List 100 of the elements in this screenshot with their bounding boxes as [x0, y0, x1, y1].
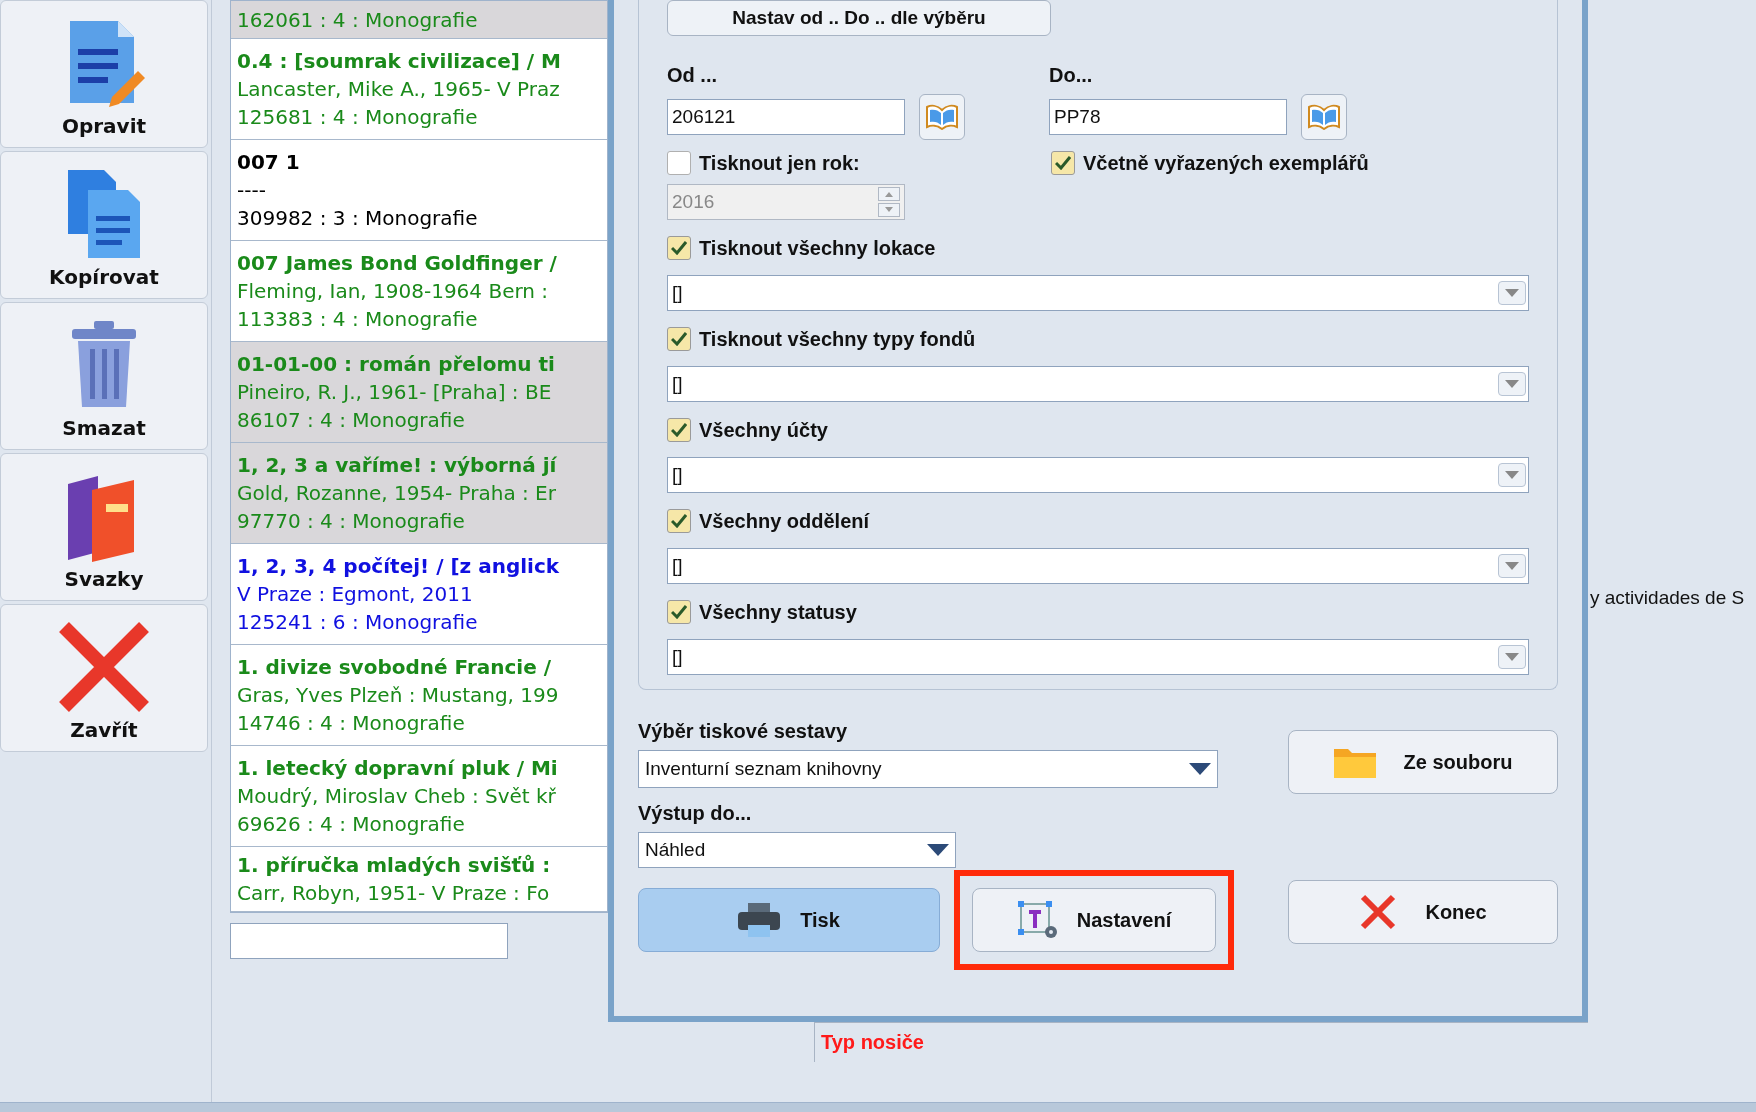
record-detail: Gold, Rozanne, 1954- Praha : Er: [237, 480, 557, 507]
checkbox[interactable]: [667, 236, 691, 260]
filter-dropdown[interactable]: []: [667, 639, 1529, 675]
checkmark-icon: [671, 605, 687, 619]
record-detail: Fleming, Ian, 1908-1964 Bern :: [237, 278, 550, 305]
dropdown-arrow-icon: [1505, 380, 1519, 388]
settings-button[interactable]: Nastavení: [972, 888, 1216, 952]
record-title: 1. divize svobodné Francie /: [237, 654, 553, 681]
printer-icon: [738, 903, 781, 937]
record-detail: 14746 : 4 : Monografie: [237, 710, 466, 737]
output-label: Výstup do...: [638, 801, 753, 826]
record-detail: Moudrý, Miroslav Cheb : Svět kř: [237, 783, 557, 810]
checkmark-icon: [671, 514, 687, 528]
checkbox-label: Všechny statusy: [699, 600, 857, 625]
close-icon: [56, 621, 152, 713]
record-title: 0.4 : [soumrak civilizace] / M: [237, 48, 562, 75]
dropdown-value: []: [672, 280, 683, 305]
record-detail: Gras, Yves Plzeň : Mustang, 199: [237, 682, 560, 709]
dropdown-button[interactable]: [1498, 554, 1526, 578]
filter-dropdown[interactable]: []: [667, 366, 1529, 402]
record-title: 01-01-00 : román přelomu ti: [237, 351, 556, 378]
toolbar-button[interactable]: Svazky: [0, 453, 208, 601]
open-book-icon: [1308, 104, 1340, 130]
record-detail: Lancaster, Mike A., 1965- V Praz: [237, 76, 561, 103]
close-icon: [1359, 893, 1398, 931]
checkbox[interactable]: [667, 418, 691, 442]
record-detail: 86107 : 4 : Monografie: [237, 407, 466, 434]
record-detail: 162061 : 4 : Monografie: [237, 6, 479, 34]
record-detail: 97770 : 4 : Monografie: [237, 508, 466, 535]
checkbox-label: Tisknout všechny typy fondů: [699, 327, 976, 352]
checkbox-label: Všechny účty: [699, 418, 828, 443]
lookup-button[interactable]: [1301, 94, 1347, 140]
checkmark-icon: [1055, 156, 1071, 170]
dropdown-button[interactable]: [1498, 645, 1526, 669]
dropdown-value: []: [672, 644, 683, 669]
filter-dropdown[interactable]: []: [667, 548, 1529, 584]
dropdown-arrow-icon: [1505, 471, 1519, 479]
record-title: 007 James Bond Goldfinger /: [237, 250, 558, 277]
text-settings-icon: [1016, 900, 1059, 940]
report-label: Výběr tiskové sestavy: [638, 719, 849, 744]
from-file-button[interactable]: Ze souboru: [1288, 730, 1558, 794]
dropdown-arrow-icon: [1505, 562, 1519, 570]
open-book-icon: [926, 104, 958, 130]
toolbar-button[interactable]: Smazat: [0, 302, 208, 450]
toolbar-button[interactable]: Opravit: [0, 0, 208, 148]
filter-dropdown[interactable]: []: [667, 275, 1529, 311]
search-field[interactable]: [230, 923, 508, 959]
dropdown-arrow-icon: [927, 844, 949, 856]
checkmark-icon: [671, 423, 687, 437]
dropdown-button[interactable]: [1498, 281, 1526, 305]
record-title: 1. příručka mladých svišťů :: [237, 852, 552, 879]
record-detail: 69626 : 4 : Monografie: [237, 811, 466, 838]
record-detail: 125681 : 4 : Monografie: [237, 104, 479, 131]
record-detail: Pineiro, R. J., 1961- [Praha] : BE: [237, 379, 553, 406]
dropdown-button[interactable]: [1498, 372, 1526, 396]
checkmark-icon: [671, 241, 687, 255]
checkmark-icon: [671, 332, 687, 346]
dropdown-value: []: [672, 371, 683, 396]
record-title: 1, 2, 3 a vaříme! : výborná jí: [237, 452, 558, 479]
record-detail: 125241 : 6 : Monografie: [237, 609, 479, 636]
record-detail: V Praze : Egmont, 2011: [237, 581, 474, 608]
dropdown-arrow-icon: [1189, 763, 1211, 775]
output-dropdown[interactable]: Náhled: [638, 832, 956, 868]
dropdown-value: []: [672, 462, 683, 487]
dropdown-value: []: [672, 553, 683, 578]
year-value: 2016: [672, 189, 715, 214]
from-label: Od ...: [667, 63, 718, 88]
checkbox[interactable]: [1051, 151, 1075, 175]
record-title: 1, 2, 3, 4 počítej! / [z anglick: [237, 553, 561, 580]
background-text: y actividades de S: [1589, 586, 1746, 610]
close-button[interactable]: Konec: [1288, 880, 1558, 944]
dropdown-value: Inventurní seznam knihovny: [645, 756, 882, 781]
filter-dropdown[interactable]: []: [667, 457, 1529, 493]
from-field[interactable]: 206121: [667, 99, 905, 135]
lookup-button[interactable]: [919, 94, 965, 140]
range-button[interactable]: Nastav od .. Do .. dle výběru: [667, 0, 1051, 36]
dropdown-value: Náhled: [645, 837, 706, 862]
toolbar-button[interactable]: Zavřít: [0, 604, 208, 752]
checkbox[interactable]: [667, 327, 691, 351]
checkbox-label: Tisknout všechny lokace: [699, 236, 936, 261]
checkbox[interactable]: [667, 509, 691, 533]
record-detail: 309982 : 3 : Monografie: [237, 205, 479, 232]
dropdown-arrow-icon: [1505, 653, 1519, 661]
dropdown-button[interactable]: [1498, 463, 1526, 487]
checkbox-label: Včetně vyřazených exemplářů: [1083, 151, 1369, 176]
checkbox-label: Všechny oddělení: [699, 509, 870, 534]
toolbar-button[interactable]: Kopírovat: [0, 151, 208, 299]
report-dropdown[interactable]: Inventurní seznam knihovny: [638, 750, 1218, 788]
dropdown-arrow-icon: [1505, 289, 1519, 297]
record-detail: 113383 : 4 : Monografie: [237, 306, 479, 333]
field-label: Typ nosiče: [821, 1031, 924, 1053]
to-label: Do...: [1049, 63, 1094, 88]
record-title: 007 1: [237, 149, 301, 176]
print-button[interactable]: Tisk: [638, 888, 940, 952]
folder-icon: [1333, 746, 1376, 778]
spin-arrows-icon: [878, 187, 900, 217]
to-field[interactable]: PP78: [1049, 99, 1287, 135]
checkbox[interactable]: [667, 600, 691, 624]
checkbox-label: Tisknout jen rok:: [699, 151, 860, 176]
record-title: 1. letecký dopravní pluk / Mi: [237, 755, 559, 782]
